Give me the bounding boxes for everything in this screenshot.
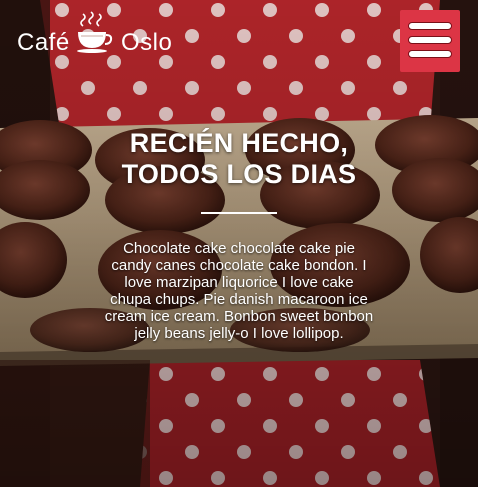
- hero-description: Chocolate cake chocolate cake pie candy …: [104, 240, 374, 342]
- hero-headline-line2: TODOS LOS DIAS: [121, 159, 357, 189]
- headline-divider: [201, 212, 277, 214]
- steaming-cup-icon: [77, 11, 113, 53]
- hero-headline: RECIÉN HECHO, TODOS LOS DIAS: [0, 128, 478, 190]
- site-header: Café Oslo: [0, 0, 478, 82]
- hamburger-menu-icon: [408, 22, 452, 30]
- hero-headline-line1: RECIÉN HECHO,: [129, 128, 349, 158]
- hero-content: RECIÉN HECHO, TODOS LOS DIAS Chocolate c…: [0, 128, 478, 342]
- menu-toggle-button[interactable]: [400, 10, 460, 72]
- logo-text-oslo: Oslo: [121, 29, 173, 56]
- site-logo[interactable]: Café Oslo: [17, 10, 187, 60]
- logo-text-cafe: Café: [17, 29, 70, 56]
- hamburger-menu-icon: [408, 36, 452, 44]
- hamburger-menu-icon: [408, 50, 452, 58]
